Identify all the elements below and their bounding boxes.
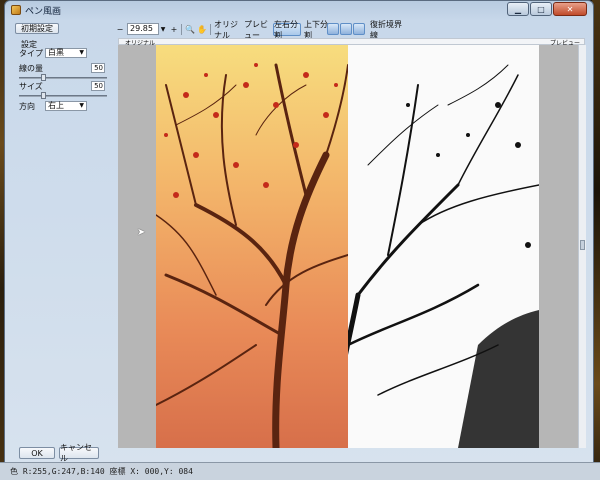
view-label-bar: オリジナル プレビュー	[118, 38, 585, 47]
line-amount-slider-thumb[interactable]	[41, 74, 46, 81]
vertical-scrollbar[interactable]	[578, 45, 586, 448]
size-input[interactable]: 50	[91, 81, 105, 91]
cancel-button[interactable]: キャンセル	[59, 443, 99, 463]
image-canvas[interactable]	[118, 45, 578, 448]
direction-label: 方向	[19, 102, 35, 111]
chevron-down-icon: ▼	[79, 49, 84, 56]
original-image	[156, 45, 348, 448]
fit-window-icon[interactable]	[353, 23, 365, 35]
split-left-right-button[interactable]: 左右分割	[273, 20, 301, 40]
magnifier-icon[interactable]: 🔍	[185, 23, 195, 36]
zoom-in-button[interactable]: +	[169, 23, 179, 36]
ok-button[interactable]: OK	[19, 447, 55, 459]
tree-branches-original	[156, 63, 348, 448]
tree-branches-pen-preview	[348, 64, 539, 448]
line-amount-slider[interactable]	[19, 77, 107, 79]
chevron-down-icon: ▼	[79, 102, 84, 109]
reset-defaults-button[interactable]: 初期設定	[15, 23, 59, 34]
view-original-button[interactable]: オリジナル	[213, 20, 241, 40]
line-amount-label: 線の量	[19, 64, 43, 73]
mouse-cursor-icon: ➤	[137, 227, 146, 238]
direction-select[interactable]: 右上 ▼	[45, 101, 87, 111]
zoom-level-input[interactable]: 29.85	[127, 23, 159, 35]
sync-scroll-icon[interactable]	[340, 23, 352, 35]
status-text: 色 R:255,G:247,B:140 座標 X: 000,Y: 084	[10, 467, 193, 476]
compare-view-icon[interactable]	[327, 23, 339, 35]
hand-tool-icon[interactable]: ✋	[197, 23, 207, 36]
maximize-button[interactable]: □	[530, 2, 552, 16]
vertical-scrollbar-thumb[interactable]	[580, 240, 585, 250]
zoom-dropdown-chevron-icon[interactable]: ▼	[159, 23, 167, 36]
type-label: タイプ	[19, 49, 43, 58]
preview-image	[348, 45, 539, 448]
size-slider-thumb[interactable]	[41, 92, 46, 99]
line-amount-input[interactable]: 50	[91, 63, 105, 73]
view-preview-button[interactable]: プレビュー	[243, 20, 271, 40]
zoom-out-button[interactable]: −	[115, 23, 125, 36]
boundary-line-button[interactable]: 復折境界線	[369, 20, 403, 40]
window-title: ペン風画	[25, 7, 62, 17]
size-label: サイズ	[19, 82, 43, 91]
size-slider[interactable]	[19, 95, 107, 97]
settings-panel: 初期設定 設定 タイプ 白黒 ▼ 線の量 50 サイズ 50 方向 右上 ▼ O…	[11, 19, 115, 463]
toolbar-separator	[210, 24, 211, 35]
title-bar[interactable]: ペン風画 ▁ □ ✕	[5, 1, 593, 19]
app-icon	[11, 5, 21, 15]
type-select[interactable]: 白黒 ▼	[45, 48, 87, 58]
minimize-button[interactable]: ▁	[507, 2, 529, 16]
view-toolbar: − 29.85 ▼ + 🔍 ✋ オリジナル プレビュー 左右分割 上下分割 復折…	[113, 20, 588, 40]
type-select-value: 白黒	[48, 48, 64, 57]
zoom-level-value: 29.85	[130, 24, 153, 33]
status-bar: 色 R:255,G:247,B:140 座標 X: 000,Y: 084	[0, 462, 600, 480]
toolbar-separator	[181, 24, 182, 35]
direction-select-value: 右上	[48, 101, 64, 110]
close-button[interactable]: ✕	[553, 2, 587, 16]
